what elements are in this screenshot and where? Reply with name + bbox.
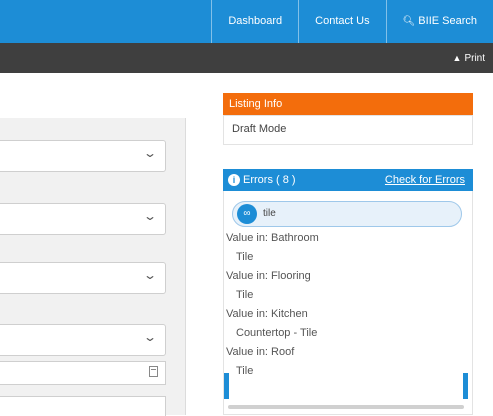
secondary-toolbar: ▲ Print: [0, 43, 493, 73]
date-input[interactable]: [0, 361, 166, 385]
top-nav-links: Dashboard Contact Us 🔍︎ BIIE Search: [211, 0, 493, 43]
error-row-value: Countertop - Tile: [236, 327, 318, 339]
search-icon: 🔍︎: [402, 16, 416, 27]
chevron-down-icon: ⌄: [142, 268, 158, 282]
print-label: Print: [464, 53, 485, 64]
error-item-text: tile: [263, 208, 276, 219]
nav-contact-us-link[interactable]: Contact Us: [298, 0, 385, 43]
check-for-errors-link[interactable]: Check for Errors: [385, 169, 465, 191]
nav-dashboard-link[interactable]: Dashboard: [211, 0, 298, 43]
error-row-label: Value in: Flooring: [226, 270, 311, 282]
form-select-1[interactable]: ⌄: [0, 140, 166, 172]
listing-info-header: Listing Info: [223, 93, 473, 115]
form-select-2[interactable]: ⌄: [0, 203, 166, 235]
form-select-3[interactable]: ⌄: [0, 262, 166, 294]
error-row-value: Tile: [236, 365, 254, 377]
errors-panel: ∞ tile Value in: Bathroom Tile Value in:…: [223, 191, 473, 415]
print-button[interactable]: ▲ Print: [453, 43, 485, 73]
error-row-label: Value in: Roof: [226, 346, 295, 358]
chevron-down-icon: ⌄: [142, 330, 158, 344]
nav-search-label: BIIE Search: [418, 15, 477, 27]
errors-header[interactable]: i Errors ( 8 ) Check for Errors: [223, 169, 473, 191]
error-row-value: Tile: [236, 289, 254, 301]
errors-list: Value in: Bathroom Tile Value in: Floori…: [226, 229, 462, 399]
nav-search-link[interactable]: 🔍︎ BIIE Search: [385, 0, 493, 43]
top-navigation-bar: Dashboard Contact Us 🔍︎ BIIE Search: [0, 0, 493, 43]
form-select-4[interactable]: ⌄: [0, 324, 166, 356]
chevron-down-icon: ⌄: [142, 209, 158, 223]
print-icon: ▲: [452, 53, 462, 63]
chevron-down-icon: ⌄: [142, 146, 158, 160]
info-icon: i: [228, 174, 240, 186]
error-item-pill[interactable]: ∞ tile: [232, 201, 462, 227]
scroll-marker-right: [463, 373, 468, 399]
calendar-icon[interactable]: [149, 366, 158, 377]
scroll-marker-left: [224, 373, 229, 399]
errors-title: Errors ( 8 ): [243, 174, 296, 186]
error-row-label: Value in: Kitchen: [226, 308, 308, 320]
error-row-value: Tile: [236, 251, 254, 263]
link-icon: ∞: [237, 204, 257, 224]
error-row-label: Value in: Bathroom: [226, 232, 319, 244]
form-field-partial[interactable]: [0, 396, 166, 416]
sidebar-right: Listing Info Draft Mode i Errors ( 8 ) C…: [223, 93, 473, 415]
horizontal-scrollbar[interactable]: [228, 405, 464, 409]
listing-status: Draft Mode: [223, 115, 473, 145]
